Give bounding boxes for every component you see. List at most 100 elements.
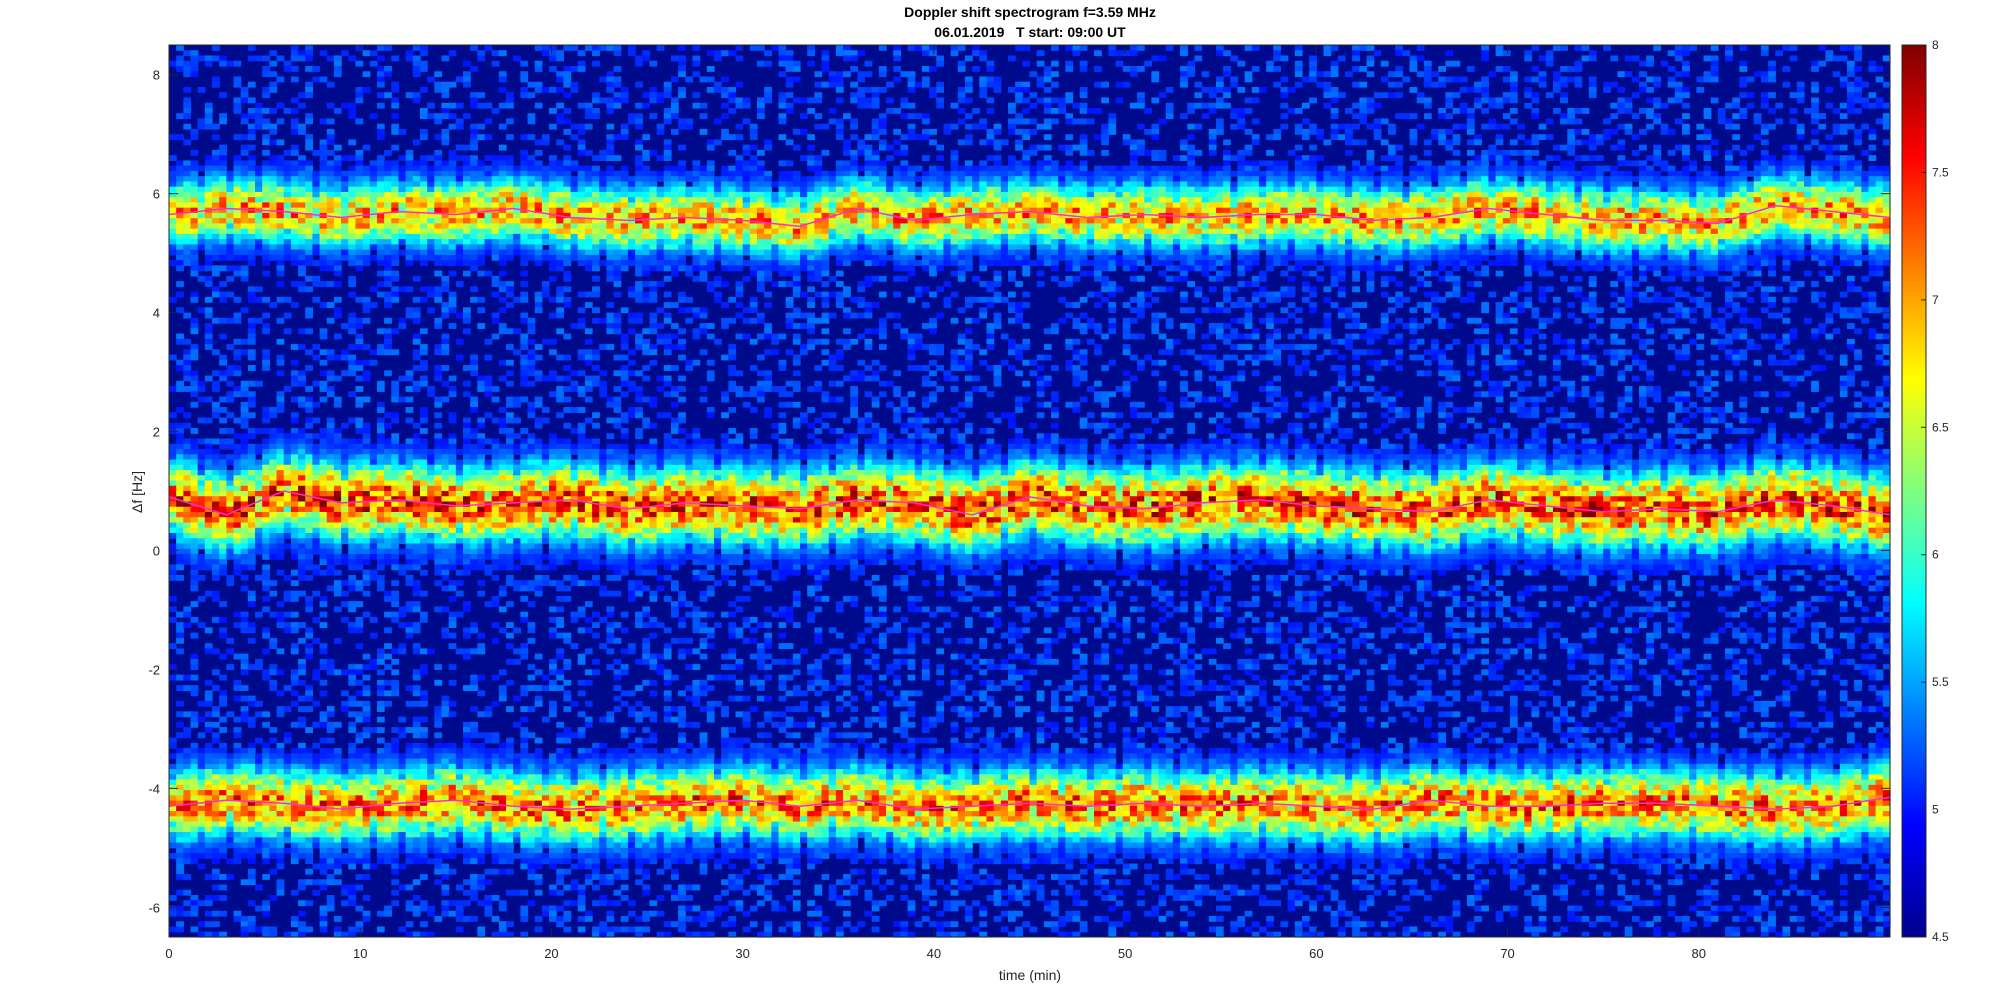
heatmap-cell — [183, 202, 192, 209]
heatmap-cell — [455, 485, 464, 492]
heatmap-cell — [283, 758, 292, 765]
heatmap-cell — [448, 595, 457, 602]
heatmap-cell — [169, 506, 177, 513]
heatmap-cell — [384, 501, 392, 508]
heatmap-cell — [434, 837, 443, 844]
heatmap-cell — [276, 742, 285, 749]
heatmap-cell — [427, 816, 435, 823]
heatmap-cell — [448, 763, 457, 770]
heatmap-cell — [427, 842, 435, 849]
heatmap-cell — [513, 449, 521, 455]
heatmap-cell — [477, 160, 486, 167]
heatmap-cell — [470, 97, 478, 104]
heatmap-cell — [384, 753, 392, 760]
heatmap-cell — [269, 527, 278, 534]
heatmap-cell — [312, 543, 321, 550]
heatmap-cell — [219, 632, 227, 639]
heatmap-cell — [513, 433, 521, 440]
heatmap-cell — [283, 475, 292, 482]
heatmap-cell — [298, 128, 306, 135]
heatmap-cell — [391, 832, 400, 838]
heatmap-cell — [348, 627, 357, 634]
heatmap-cell — [470, 821, 478, 828]
heatmap-cell — [484, 811, 493, 817]
heatmap-cell — [219, 464, 227, 471]
heatmap-cell — [212, 763, 220, 770]
heatmap-cell — [484, 737, 493, 744]
heatmap-cell — [290, 181, 299, 188]
heatmap-cell — [233, 480, 242, 487]
heatmap-cell — [376, 805, 385, 812]
heatmap-cell — [190, 711, 199, 718]
heatmap-cell — [319, 475, 328, 482]
heatmap-cell — [204, 470, 213, 476]
heatmap-cell — [341, 449, 349, 455]
heatmap-cell — [283, 312, 292, 319]
heatmap-cell — [233, 97, 242, 104]
heatmap-cell — [376, 328, 385, 335]
heatmap-cell — [298, 454, 306, 461]
heatmap-cell — [506, 527, 514, 534]
heatmap-cell — [470, 837, 478, 844]
heatmap-cell — [326, 170, 335, 177]
heatmap-cell — [183, 449, 192, 455]
heatmap-cell — [190, 202, 199, 209]
heatmap-cell — [369, 517, 378, 524]
heatmap-cell — [405, 491, 414, 497]
heatmap-cell — [262, 312, 270, 319]
heatmap-cell — [298, 842, 306, 849]
heatmap-cell — [513, 763, 521, 770]
heatmap-cell — [183, 443, 192, 450]
heatmap-cell — [341, 349, 349, 356]
heatmap-cell — [448, 233, 457, 240]
heatmap-cell — [491, 805, 500, 812]
heatmap-cell — [269, 679, 278, 686]
heatmap-cell — [513, 191, 521, 198]
heatmap-cell — [240, 879, 249, 886]
heatmap-cell — [376, 485, 385, 492]
heatmap-cell — [477, 464, 486, 471]
heatmap-cell — [391, 522, 400, 529]
heatmap-cell — [470, 165, 478, 172]
heatmap-cell — [247, 532, 256, 539]
heatmap-cell — [240, 821, 249, 828]
heatmap-cell — [391, 795, 400, 802]
heatmap-cell — [355, 45, 364, 51]
heatmap-cell — [262, 228, 270, 235]
heatmap-cell — [183, 889, 192, 896]
heatmap-cell — [305, 601, 314, 608]
heatmap-cell — [398, 191, 407, 198]
heatmap-cell — [326, 428, 335, 434]
heatmap-cell — [197, 491, 206, 497]
heatmap-cell — [341, 795, 349, 802]
heatmap-cell — [513, 553, 521, 560]
heatmap-cell — [283, 737, 292, 744]
heatmap-cell — [506, 559, 514, 566]
heatmap-cell — [226, 580, 235, 587]
heatmap-cell — [506, 160, 514, 167]
heatmap-cell — [376, 700, 385, 707]
heatmap-cell — [384, 774, 392, 781]
heatmap-cell — [355, 375, 364, 382]
heatmap-cell — [190, 391, 199, 398]
heatmap-cell — [312, 176, 321, 183]
heatmap-cell — [312, 517, 321, 524]
heatmap-cell — [441, 711, 450, 718]
heatmap-cell — [376, 239, 385, 245]
heatmap-cell — [262, 774, 270, 781]
heatmap-cell — [477, 900, 486, 907]
heatmap-cell — [298, 485, 306, 492]
heatmap-cell — [384, 595, 392, 602]
heatmap-cell — [290, 648, 299, 655]
heatmap-cell — [319, 380, 328, 387]
heatmap-cell — [305, 758, 314, 765]
heatmap-cell — [197, 527, 206, 534]
heatmap-cell — [427, 517, 435, 524]
heatmap-cell — [204, 296, 213, 303]
heatmap-cell — [506, 291, 514, 298]
heatmap-cell — [305, 92, 314, 99]
heatmap-cell — [176, 223, 184, 230]
heatmap-cell — [376, 443, 385, 450]
heatmap-cell — [240, 449, 249, 455]
heatmap-cell — [484, 569, 493, 576]
